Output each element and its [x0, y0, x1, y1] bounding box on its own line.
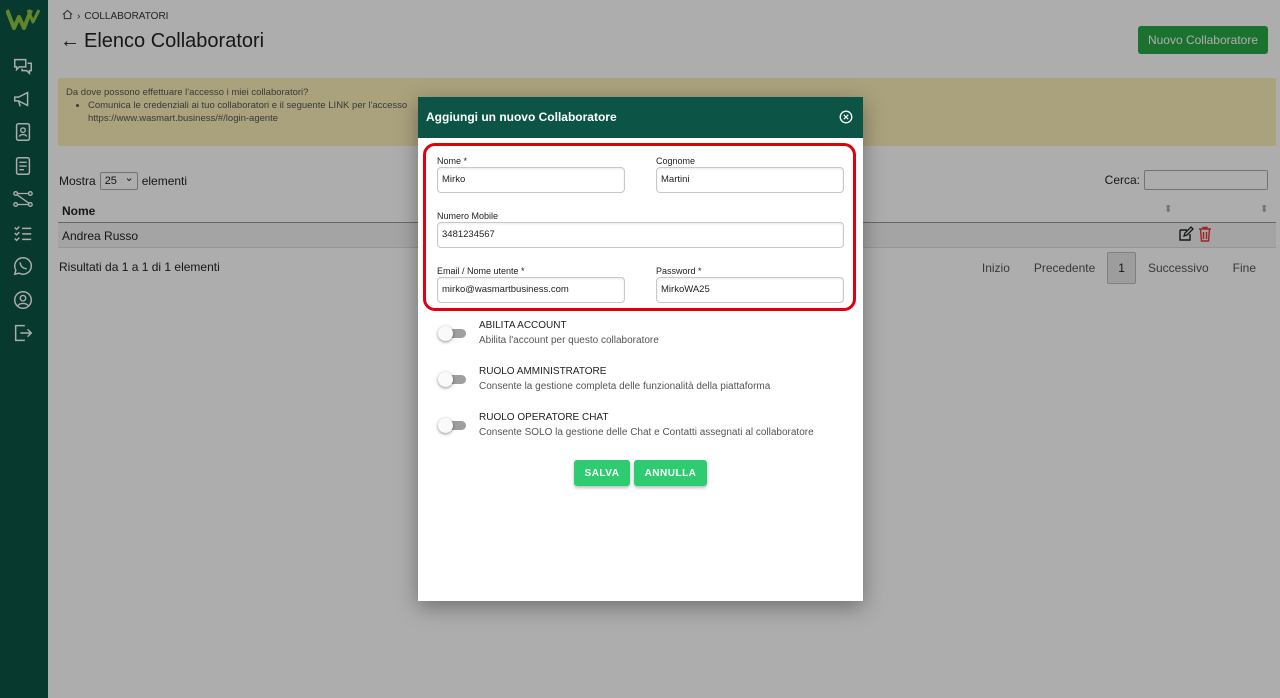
- add-collaborator-modal: Aggiungi un nuovo Collaboratore Nome * M…: [418, 97, 863, 601]
- modal-title: Aggiungi un nuovo Collaboratore: [426, 110, 617, 124]
- ruolo-operatore-chat-toggle[interactable]: [438, 418, 466, 433]
- cognome-field[interactable]: Martini: [656, 167, 844, 193]
- abilita-account-toggle[interactable]: [438, 326, 466, 341]
- toggle-row-abilita-account: ABILITA ACCOUNT Abilita l'account per qu…: [438, 320, 848, 352]
- toggle-desc: Abilita l'account per questo collaborato…: [479, 335, 659, 346]
- toggle-title: RUOLO AMMINISTRATORE: [479, 366, 607, 377]
- password-field[interactable]: MirkoWA25: [656, 277, 844, 303]
- email-field[interactable]: mirko@wasmartbusiness.com: [437, 277, 625, 303]
- toggle-desc: Consente SOLO la gestione delle Chat e C…: [479, 427, 814, 438]
- toggle-desc: Consente la gestione completa delle funz…: [479, 381, 771, 392]
- toggle-title: RUOLO OPERATORE CHAT: [479, 412, 609, 423]
- modal-header: Aggiungi un nuovo Collaboratore: [418, 97, 863, 138]
- cancel-button[interactable]: ANNULLA: [634, 460, 707, 486]
- toggle-title: ABILITA ACCOUNT: [479, 320, 567, 331]
- password-label: Password *: [656, 266, 702, 276]
- mobile-label: Numero Mobile: [437, 211, 499, 221]
- toggle-row-ruolo-amministratore: RUOLO AMMINISTRATORE Consente la gestion…: [438, 366, 848, 398]
- toggle-row-ruolo-operatore-chat: RUOLO OPERATORE CHAT Consente SOLO la ge…: [438, 412, 848, 444]
- close-icon[interactable]: [839, 110, 853, 124]
- cognome-label: Cognome: [656, 156, 696, 166]
- ruolo-amministratore-toggle[interactable]: [438, 372, 466, 387]
- mobile-field[interactable]: 3481234567: [437, 222, 844, 248]
- email-label: Email / Nome utente *: [437, 266, 525, 276]
- nome-label: Nome *: [437, 156, 468, 166]
- save-button[interactable]: SALVA: [574, 460, 630, 486]
- nome-field[interactable]: Mirko: [437, 167, 625, 193]
